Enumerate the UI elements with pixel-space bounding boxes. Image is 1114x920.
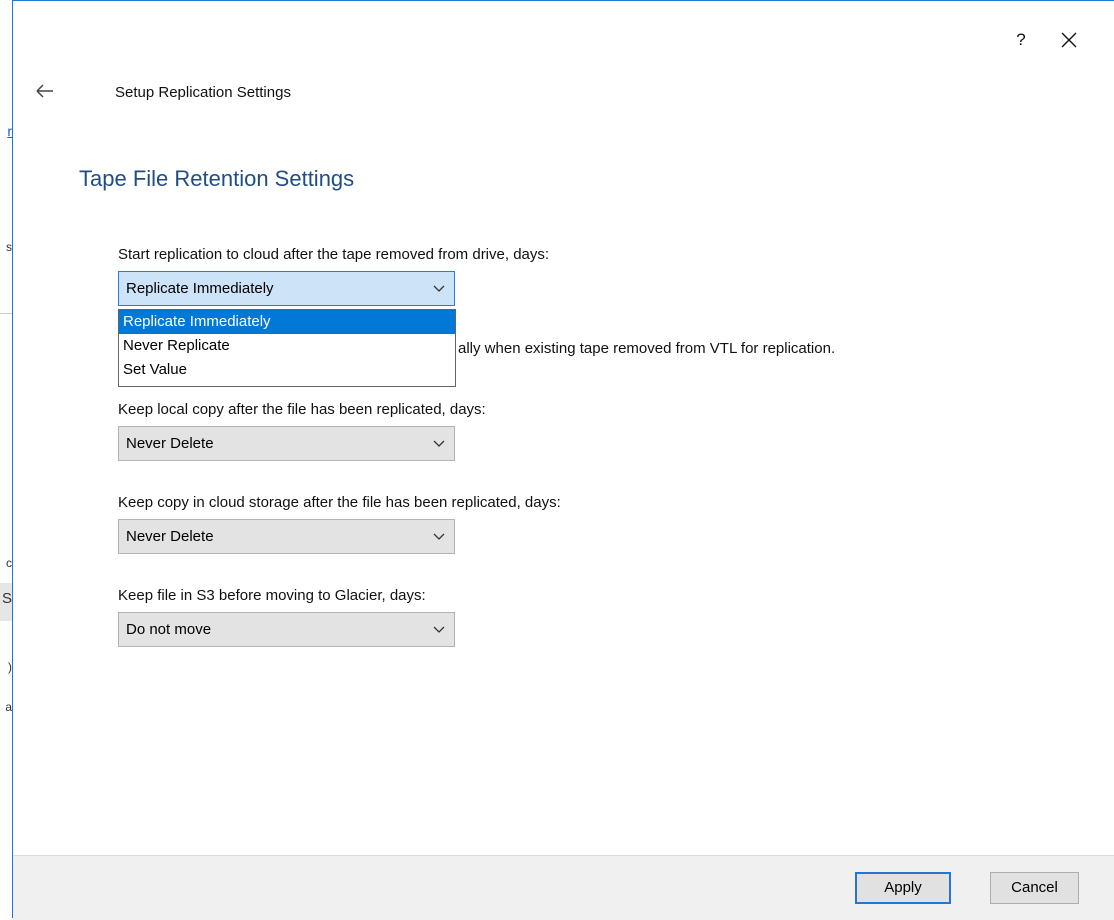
apply-button[interactable]: Apply xyxy=(855,872,951,904)
page-title: Tape File Retention Settings xyxy=(79,166,355,191)
replication-start-value: Replicate Immediately xyxy=(126,280,274,297)
replication-start-dropdown: Replicate Immediately Never Replicate Se… xyxy=(118,309,456,387)
chevron-down-icon xyxy=(433,533,445,540)
close-icon xyxy=(1061,32,1077,48)
dropdown-option-replicate-immediately[interactable]: Replicate Immediately xyxy=(119,310,455,334)
local-copy-label: Keep local copy after the file has been … xyxy=(118,401,486,418)
cloud-copy-select[interactable]: Never Delete xyxy=(118,519,455,554)
background-text-fragment: S xyxy=(1,590,12,607)
replication-start-select[interactable]: Replicate Immediately xyxy=(118,271,455,306)
dropdown-option-never-replicate[interactable]: Never Replicate xyxy=(119,334,455,358)
background-text-fragment: ) xyxy=(8,660,12,674)
local-copy-select[interactable]: Never Delete xyxy=(118,426,455,461)
help-button[interactable]: ? xyxy=(1011,28,1031,52)
glacier-move-value: Do not move xyxy=(126,621,212,638)
close-button[interactable] xyxy=(1056,27,1082,53)
back-button[interactable] xyxy=(32,78,58,104)
dropdown-option-set-value[interactable]: Set Value xyxy=(119,358,455,382)
glacier-move-select[interactable]: Do not move xyxy=(118,612,455,647)
chevron-down-icon xyxy=(433,626,445,633)
background-divider xyxy=(0,313,12,314)
background-text-fragment: s xyxy=(6,240,12,254)
replication-settings-dialog: ? Setup Replication Settings Tape File R… xyxy=(12,0,1114,920)
background-text-fragment: a xyxy=(5,700,12,714)
replication-start-label: Start replication to cloud after the tap… xyxy=(118,246,550,263)
back-arrow-icon xyxy=(36,84,53,98)
local-copy-value: Never Delete xyxy=(126,435,214,452)
background-text-fragment: c xyxy=(6,556,12,570)
cancel-button[interactable]: Cancel xyxy=(990,872,1079,904)
breadcrumb: Setup Replication Settings xyxy=(115,84,291,101)
dialog-footer: Apply Cancel xyxy=(13,855,1114,920)
background-text-fragment: r xyxy=(7,123,12,139)
chevron-down-icon xyxy=(433,440,445,447)
cloud-copy-value: Never Delete xyxy=(126,528,214,545)
chevron-down-icon xyxy=(433,285,445,292)
glacier-move-label: Keep file in S3 before moving to Glacier… xyxy=(118,587,426,604)
cloud-copy-label: Keep copy in cloud storage after the fil… xyxy=(118,494,561,511)
